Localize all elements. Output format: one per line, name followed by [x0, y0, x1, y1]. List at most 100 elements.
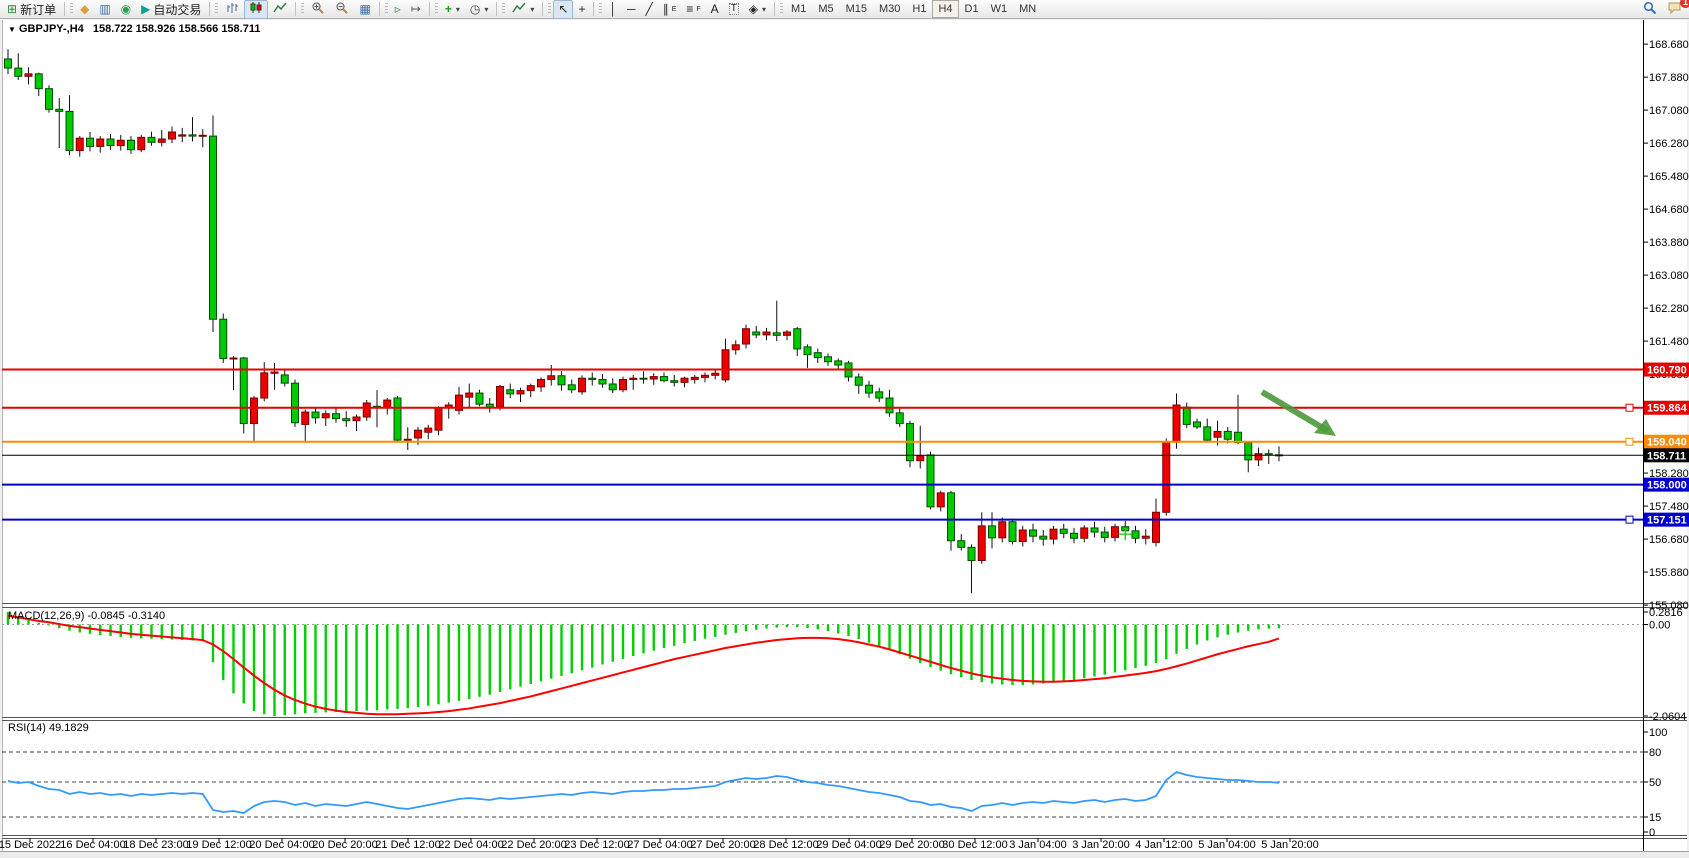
add-indicator-button[interactable]: +▾	[440, 0, 465, 19]
text-button[interactable]: A	[706, 0, 724, 19]
line-chart-glyph	[273, 1, 287, 17]
indicator-templates-button[interactable]: ▾	[507, 0, 539, 19]
timeframe-button-M1[interactable]: M1	[785, 0, 812, 18]
candle-body	[15, 68, 22, 76]
timeframe-button-D1[interactable]: D1	[959, 0, 985, 18]
time-axis-label: 20 Dec 20:00	[312, 839, 377, 851]
indicator-templates-glyph	[512, 1, 526, 17]
time-axis-label: 16 Dec 04:00	[60, 839, 125, 851]
candle-body	[968, 547, 975, 560]
toolbar-separator	[774, 2, 775, 16]
candle-body	[548, 376, 555, 380]
timeframe-button-H1[interactable]: H1	[906, 0, 932, 18]
macd-axis-tick-label: 0.2816	[1649, 607, 1683, 619]
candle-body	[650, 377, 657, 379]
timeframe-button-H4[interactable]: H4	[932, 0, 958, 18]
chart-shift-button[interactable]: ↦	[406, 0, 426, 19]
chart-title-dropdown-icon[interactable]: ▼	[8, 25, 16, 34]
candlestick-chart-button[interactable]	[244, 0, 268, 19]
time-axis-label: 29 Dec 04:00	[816, 839, 881, 851]
trendline-button[interactable]: ╱	[640, 0, 657, 19]
line-handle[interactable]	[1626, 516, 1633, 523]
notifications-icon[interactable]: 1	[1662, 0, 1687, 19]
candle-body	[497, 386, 504, 407]
time-axis-label: 27 Dec 20:00	[690, 839, 755, 851]
line-handle[interactable]	[1626, 438, 1633, 445]
cursor-button[interactable]: ↖	[553, 0, 573, 19]
dropdown-caret-icon[interactable]: ▾	[456, 5, 460, 14]
crosshair-button[interactable]: +	[573, 0, 590, 19]
signals-icon[interactable]: ◉	[116, 0, 136, 19]
line-chart-button[interactable]	[268, 0, 292, 19]
timeframe-button-M30[interactable]: M30	[873, 0, 906, 18]
candle-body	[948, 493, 955, 541]
main-toolbar: ⊞新订单◆▥◉▶自动交易▦▹↦+▾◷▾▾↖+│─╱∥E≡FAT◈▾M1M5M15…	[0, 0, 1689, 19]
candle-body	[1183, 407, 1190, 424]
candle-body	[978, 526, 985, 561]
candle-body	[138, 137, 145, 149]
timeframe-button-W1[interactable]: W1	[985, 0, 1014, 18]
price-line-axis-label: 158.000	[1647, 480, 1687, 492]
candle-body	[568, 385, 575, 390]
candle-body	[784, 332, 791, 335]
timeframe-button-M15[interactable]: M15	[840, 0, 873, 18]
price-axis-tick-label: 156.680	[1649, 534, 1689, 546]
candle-body	[281, 375, 288, 383]
toolbar-separator	[542, 2, 543, 16]
time-axis-label: 5 Jan 04:00	[1198, 839, 1256, 851]
bar-chart-button[interactable]	[220, 0, 244, 19]
price-line-axis-label: 159.864	[1647, 403, 1688, 415]
market-watch-icon-glyph: ▥	[99, 3, 110, 15]
arrows-button[interactable]: ◈▾	[744, 0, 771, 19]
new-order-button[interactable]: ⊞新订单	[2, 0, 61, 19]
candle-body	[1132, 531, 1139, 538]
periods-button[interactable]: ◷▾	[465, 0, 494, 19]
market-watch-icon[interactable]: ▥	[94, 0, 115, 19]
equidistant-channel-button[interactable]: ∥E	[658, 0, 682, 19]
timeframe-button-M5[interactable]: M5	[812, 0, 839, 18]
time-axis-label: 4 Jan 12:00	[1135, 839, 1193, 851]
candle-body	[661, 377, 668, 381]
auto-trading-button-label: 自动交易	[153, 1, 201, 18]
templates-icon[interactable]: ◆	[75, 0, 94, 19]
horizontal-line-button[interactable]: ─	[622, 0, 641, 19]
tile-windows-button[interactable]: ▦	[354, 0, 375, 19]
candle-body	[1153, 512, 1160, 542]
line-handle[interactable]	[1626, 404, 1633, 411]
auto-scroll-button[interactable]: ▹	[390, 0, 406, 19]
candle-body	[927, 455, 934, 507]
candle-body	[671, 381, 678, 383]
candle-body	[640, 378, 647, 379]
candle-body	[169, 132, 176, 139]
candle-body	[158, 139, 165, 142]
new-order-glyph: ⊞	[7, 3, 17, 15]
dropdown-caret-icon[interactable]: ▾	[530, 5, 534, 14]
zoom-out-glyph	[335, 1, 349, 17]
price-axis-tick-label: 163.880	[1649, 237, 1689, 249]
candle-body	[896, 413, 903, 424]
fibonacci-button[interactable]: ≡F	[681, 0, 705, 19]
auto-trading-button[interactable]: ▶自动交易	[136, 0, 206, 19]
price-axis-tick-label: 155.880	[1649, 567, 1689, 579]
vertical-line-button[interactable]: │	[604, 0, 622, 19]
toolbar-grip	[70, 3, 73, 15]
toolbar-separator	[593, 2, 594, 16]
zoom-out-button[interactable]	[330, 0, 354, 19]
time-axis-label: 29 Dec 20:00	[879, 839, 944, 851]
templates-icon-glyph: ◆	[80, 3, 89, 15]
search-icon[interactable]	[1638, 0, 1662, 19]
add-indicator-glyph: +	[445, 3, 452, 15]
toolbar-grip	[502, 3, 505, 15]
crosshair-glyph: +	[578, 3, 585, 15]
rsi-axis-tick-label: 50	[1649, 777, 1661, 789]
zoom-in-button[interactable]	[306, 0, 330, 19]
candle-body	[609, 384, 616, 390]
candle-body	[199, 135, 206, 136]
text-glyph: A	[711, 3, 719, 15]
dropdown-caret-icon[interactable]: ▾	[762, 5, 766, 14]
dropdown-caret-icon[interactable]: ▾	[484, 5, 488, 14]
text-label-button[interactable]: T	[724, 0, 744, 19]
candle-body	[1050, 529, 1057, 539]
timeframe-button-MN[interactable]: MN	[1013, 0, 1042, 18]
candle-body	[743, 329, 750, 344]
